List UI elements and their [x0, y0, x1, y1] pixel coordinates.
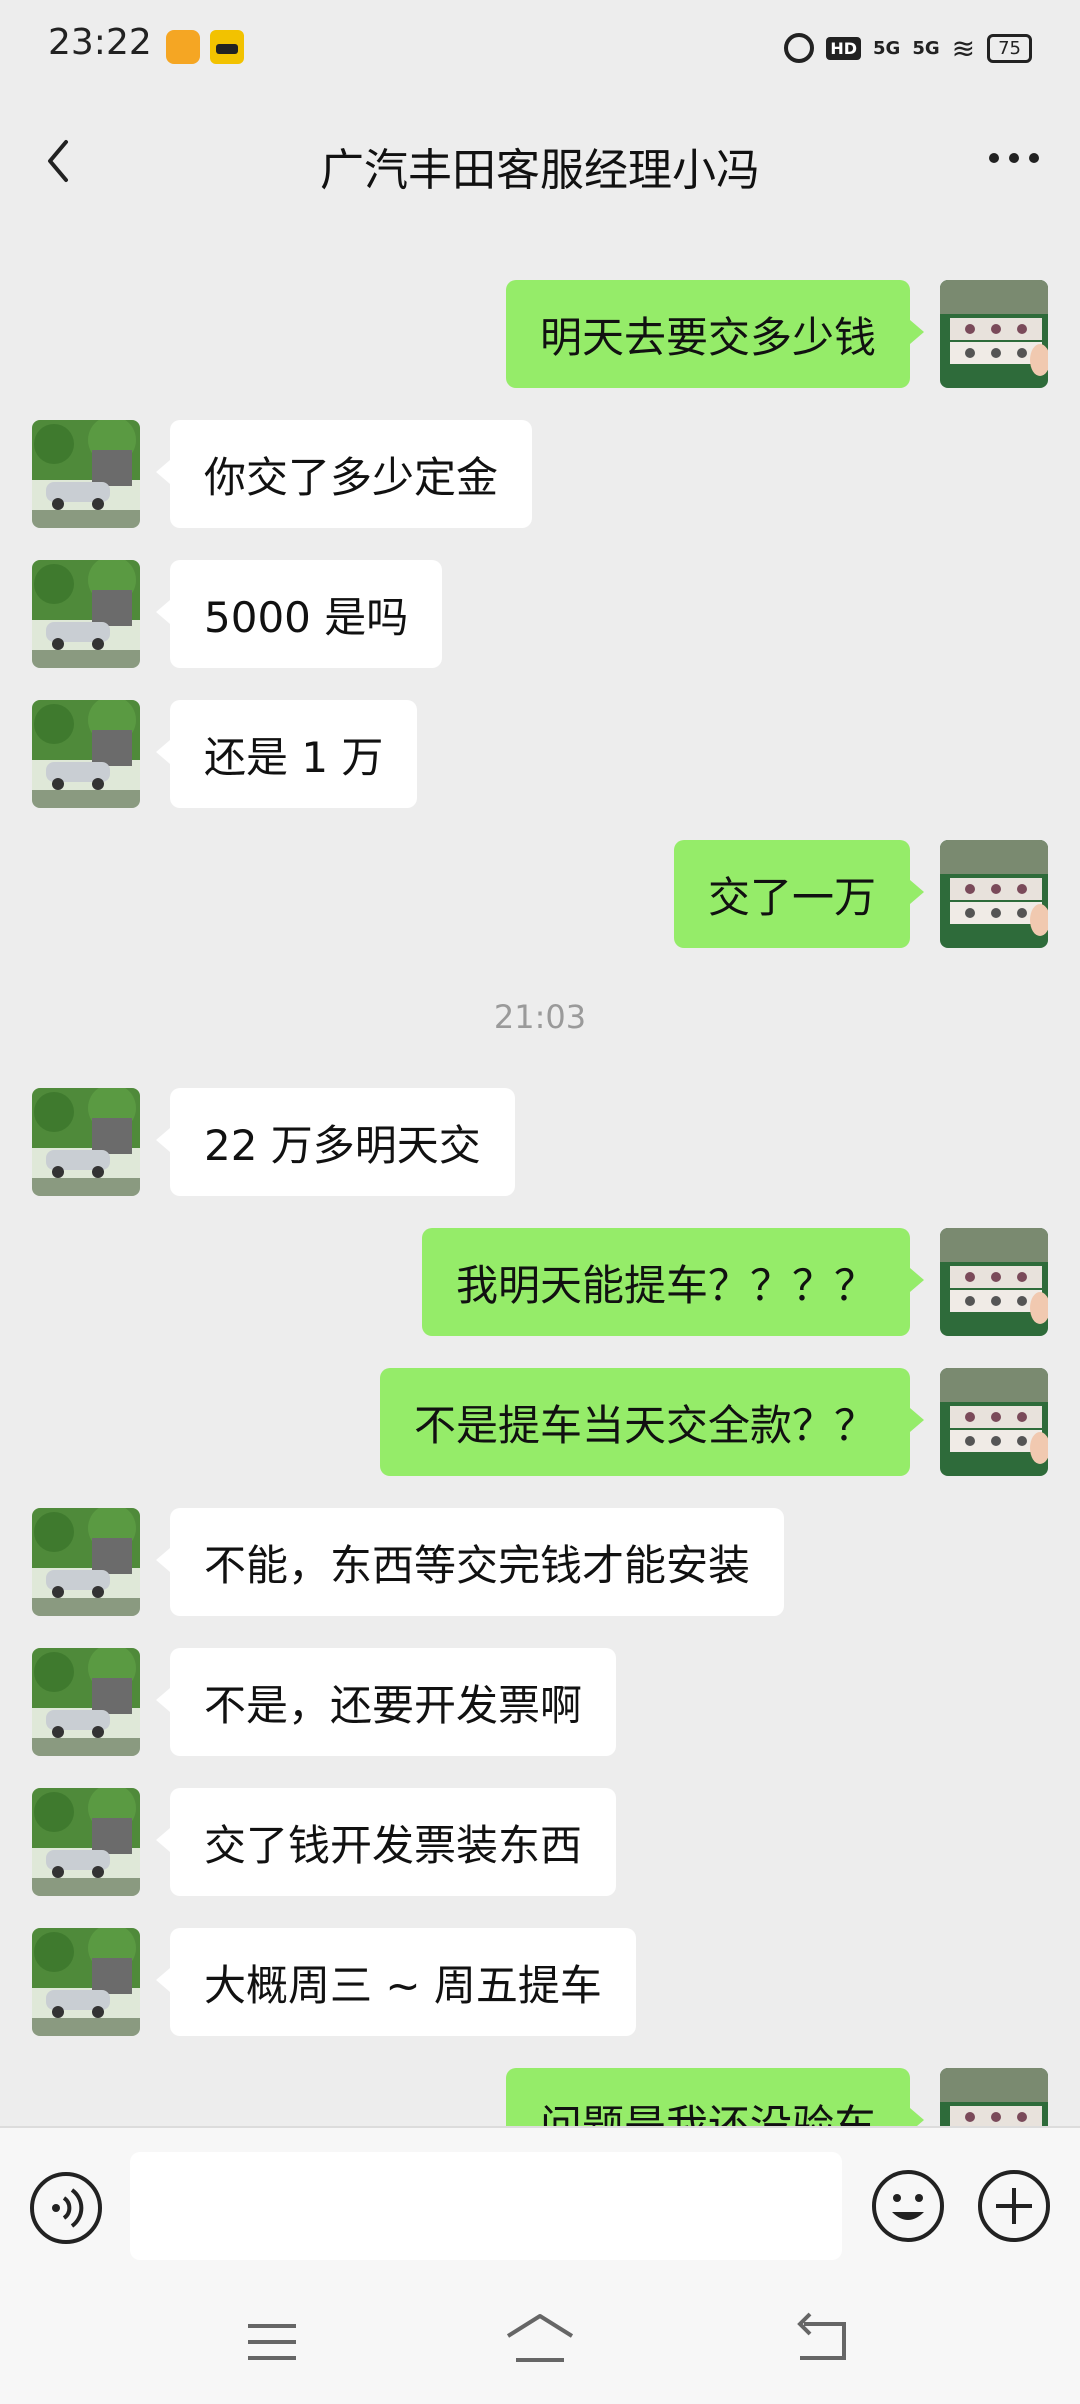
contact-avatar[interactable] [32, 1088, 140, 1196]
contact-avatar[interactable] [32, 420, 140, 528]
system-navigation-bar [0, 2286, 1080, 2404]
message-row: 不是提车当天交全款？？ [0, 1368, 1080, 1476]
signal-5g-1: 5G [873, 37, 901, 59]
emoji-icon[interactable] [870, 2168, 946, 2244]
received-message-bubble[interactable]: 不是，还要开发票啊 [155, 1648, 617, 1756]
message-row: 不是，还要开发票啊 [0, 1648, 1080, 1756]
hd-badge: HD [826, 36, 861, 60]
received-message-bubble[interactable]: 5000 是吗 [155, 560, 443, 668]
message-row: 不能，东西等交完钱才能安装 [0, 1508, 1080, 1616]
message-row: 交了一万 [0, 840, 1080, 948]
my-avatar[interactable] [940, 1228, 1048, 1336]
alarm-icon [784, 33, 815, 63]
received-message-bubble[interactable]: 还是 1 万 [155, 700, 418, 808]
my-avatar[interactable] [940, 2068, 1048, 2126]
battery-icon: 75 [987, 33, 1032, 63]
contact-avatar[interactable] [32, 560, 140, 668]
home-icon[interactable] [502, 2310, 578, 2370]
sent-message-bubble[interactable]: 我明天能提车？？？？ [421, 1228, 925, 1336]
signal-5g-2: 5G [912, 37, 940, 59]
message-row: 我明天能提车？？？？ [0, 1228, 1080, 1336]
app-notification-icon [166, 30, 200, 64]
wifi-icon: ≋ [951, 31, 976, 65]
more-options-icon[interactable] [986, 148, 1042, 168]
recent-apps-icon[interactable] [244, 2314, 300, 2370]
received-message-bubble[interactable]: 不能，东西等交完钱才能安装 [155, 1508, 785, 1616]
contact-avatar[interactable] [32, 1788, 140, 1896]
message-input[interactable] [130, 2152, 842, 2260]
status-indicators: HD 5G 5G ≋ 75 [784, 28, 1032, 68]
message-row: 明天去要交多少钱 [0, 280, 1080, 388]
contact-avatar[interactable] [32, 700, 140, 808]
contact-avatar[interactable] [32, 1508, 140, 1616]
message-row: 还是 1 万 [0, 700, 1080, 808]
sent-message-bubble[interactable]: 问题是我还没验车 [505, 2068, 925, 2126]
sent-message-bubble[interactable]: 交了一万 [673, 840, 925, 948]
chat-title: 广汽丰田客服经理小冯 [320, 145, 760, 196]
system-back-icon[interactable] [790, 2310, 850, 2370]
app-notification-icon [210, 30, 244, 64]
message-row: 5000 是吗 [0, 560, 1080, 668]
message-list[interactable]: 明天去要交多少钱 你交了多少定金 5000 是吗 还是 1 万 交了一万 21:… [0, 226, 1080, 2126]
message-row: 问题是我还没验车 [0, 2068, 1080, 2126]
message-row: 大概周三 ~ 周五提车 [0, 1928, 1080, 2036]
message-row: 22 万多明天交 [0, 1088, 1080, 1196]
message-row: 交了钱开发票装东西 [0, 1788, 1080, 1896]
message-timestamp: 21:03 [493, 998, 587, 1036]
contact-avatar[interactable] [32, 1928, 140, 2036]
my-avatar[interactable] [940, 1368, 1048, 1476]
status-time: 23:22 [48, 22, 152, 63]
my-avatar[interactable] [940, 840, 1048, 948]
my-avatar[interactable] [940, 280, 1048, 388]
received-message-bubble[interactable]: 交了钱开发票装东西 [155, 1788, 617, 1896]
sent-message-bubble[interactable]: 不是提车当天交全款？？ [379, 1368, 925, 1476]
add-more-icon[interactable] [976, 2168, 1052, 2244]
received-message-bubble[interactable]: 大概周三 ~ 周五提车 [156, 1928, 636, 2036]
message-input-bar [0, 2126, 1080, 2286]
voice-input-icon[interactable] [28, 2170, 104, 2246]
message-row: 你交了多少定金 [0, 420, 1080, 528]
contact-avatar[interactable] [32, 1648, 140, 1756]
received-message-bubble[interactable]: 22 万多明天交 [156, 1088, 515, 1196]
status-bar: 23:22 HD 5G 5G ≋ 75 [0, 0, 1080, 96]
chat-header: 广汽丰田客服经理小冯 [0, 96, 1080, 226]
sent-message-bubble[interactable]: 明天去要交多少钱 [505, 280, 925, 388]
received-message-bubble[interactable]: 你交了多少定金 [155, 420, 533, 528]
